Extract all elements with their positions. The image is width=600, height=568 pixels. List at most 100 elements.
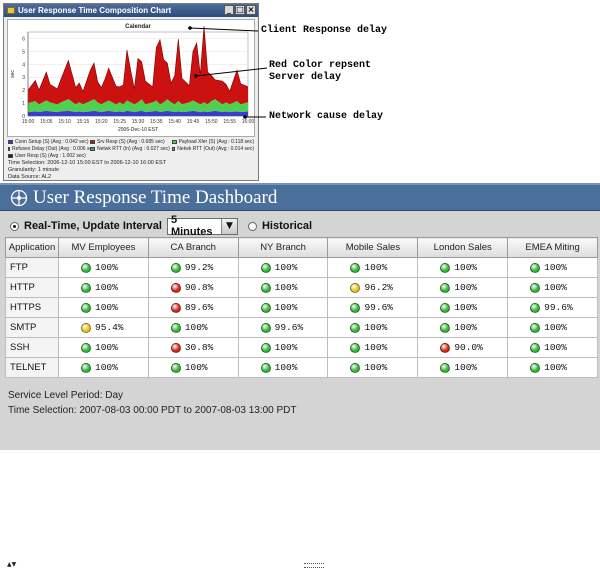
status-cell[interactable]: 100% [327, 357, 419, 378]
splitter-grip[interactable] [304, 563, 324, 568]
status-cell[interactable]: 96.2% [327, 277, 419, 298]
status-cell[interactable]: 100% [507, 337, 598, 358]
status-cell[interactable]: 90.0% [417, 337, 509, 358]
status-cell[interactable]: 100% [147, 317, 239, 338]
status-value: 100% [95, 362, 118, 373]
status-cell[interactable]: 100% [58, 297, 149, 318]
column-header[interactable]: Application [5, 237, 59, 258]
status-cell[interactable]: 100% [417, 357, 509, 378]
update-interval-select[interactable]: 5 Minutes ▼ [166, 214, 238, 238]
status-cell[interactable]: 30.8% [147, 337, 239, 358]
status-cell[interactable]: 100% [237, 277, 329, 298]
legend-swatch [172, 147, 176, 151]
status-cell[interactable]: 90.8% [147, 277, 239, 298]
application-cell: SMTP [5, 317, 59, 338]
status-cell[interactable]: 99.6% [237, 317, 329, 338]
status-cell[interactable]: 100% [58, 257, 149, 278]
status-green-icon [260, 262, 271, 273]
close-button[interactable]: × [246, 5, 256, 15]
x-tick-label: 15:55 [223, 119, 236, 125]
chart-window-titlebar[interactable]: User Response Time Composition Chart _ □… [4, 4, 258, 17]
status-green-icon [440, 262, 451, 273]
legend-item: User Resp (S) (Avg : 1.002 sec) [8, 153, 90, 159]
chart-footer: Time Selection: 2006-12-10 15:00 EST to … [8, 160, 166, 181]
status-green-icon [81, 302, 91, 313]
status-cell[interactable]: 100% [507, 317, 598, 338]
update-interval-value: 5 Minutes [170, 214, 213, 238]
table-row[interactable]: TELNET 100% 100% 100% 100% 100% 100% [5, 357, 598, 378]
status-green-icon [81, 342, 91, 353]
y-tick-label: 3 [22, 75, 25, 81]
table-row[interactable]: HTTP 100% 90.8% 100% 96.2% 100% 100% [5, 277, 598, 298]
status-cell[interactable]: 100% [417, 297, 509, 318]
table-row[interactable]: FTP 100% 99.2% 100% 100% 100% 100% [5, 257, 598, 278]
service-level-period: Service Level Period: Day [8, 390, 124, 401]
status-green-icon [350, 302, 361, 313]
column-header[interactable]: CA Branch [147, 237, 239, 258]
status-value: 90.8% [184, 282, 214, 293]
legend-item: Conn Setup (S) (Avg : 0.042 sec) [8, 139, 90, 145]
column-header[interactable]: NY Branch [237, 237, 329, 258]
column-header[interactable]: EMEA Miting [507, 237, 598, 258]
status-cell[interactable]: 100% [417, 277, 509, 298]
dashboard-header: User Response Time Dashboard [0, 183, 600, 211]
splitter-arrows[interactable]: ▲▼ [7, 562, 16, 568]
status-cell[interactable]: 100% [327, 317, 419, 338]
column-header[interactable]: Mobile Sales [327, 237, 419, 258]
status-cell[interactable]: 100% [237, 257, 329, 278]
status-value: 99.6% [274, 322, 304, 333]
realtime-radio[interactable] [10, 221, 19, 231]
status-cell[interactable]: 89.6% [147, 297, 239, 318]
status-cell[interactable]: 100% [327, 257, 419, 278]
status-cell[interactable]: 100% [58, 337, 149, 358]
maximize-button[interactable]: □ [235, 5, 245, 15]
chart-time-selection: Time Selection: 2006-12-10 15:00 EST to … [8, 160, 167, 166]
minimize-button[interactable]: _ [224, 5, 234, 15]
dashboard-time-selection: Time Selection: 2007-08-03 00:00 PDT to … [8, 405, 297, 416]
status-green-icon [530, 322, 541, 333]
table-row[interactable]: HTTPS 100% 89.6% 100% 99.6% 100% 99.6% [5, 297, 598, 318]
status-cell[interactable]: 100% [237, 357, 329, 378]
status-cell[interactable]: 100% [417, 257, 509, 278]
table-row[interactable]: SMTP 95.4% 100% 99.6% 100% 100% 100% [5, 317, 598, 338]
historical-radio[interactable] [247, 221, 257, 231]
legend-swatch [8, 154, 13, 158]
column-header[interactable]: MV Employees [58, 237, 149, 258]
legend-label: Payload Xfer (S) (Avg : 0.118 sec) [178, 139, 254, 145]
status-cell[interactable]: 99.6% [327, 297, 419, 318]
status-cell[interactable]: 100% [58, 277, 149, 298]
status-green-icon [260, 302, 271, 313]
table-row[interactable]: SSH 100% 30.8% 100% 100% 90.0% 100% [5, 337, 598, 358]
legend-swatch [90, 147, 95, 151]
status-green-icon [440, 302, 451, 313]
y-tick-label: 1 [22, 101, 25, 107]
status-green-icon [260, 282, 271, 293]
status-value: 100% [95, 342, 118, 353]
status-green-icon [81, 282, 91, 293]
status-cell[interactable]: 100% [507, 257, 598, 278]
application-cell: FTP [5, 257, 59, 278]
legend-label: Netwk RTT (Out) (Avg : 0.014 sec) [177, 146, 254, 152]
status-cell[interactable]: 100% [58, 357, 149, 378]
status-cell[interactable]: 100% [237, 337, 329, 358]
status-cell[interactable]: 100% [147, 357, 239, 378]
status-cell[interactable]: 99.2% [147, 257, 239, 278]
legend-label: Conn Setup (S) (Avg : 0.042 sec) [15, 139, 89, 145]
status-cell[interactable]: 100% [237, 297, 329, 318]
application-cell: HTTPS [5, 297, 59, 318]
status-cell[interactable]: 100% [417, 317, 509, 338]
status-green-icon [260, 362, 271, 373]
status-value: 100% [364, 262, 388, 273]
status-cell[interactable]: 100% [507, 357, 598, 378]
status-cell[interactable]: 100% [507, 277, 598, 298]
chevron-down-icon[interactable]: ▼ [220, 218, 237, 234]
status-green-icon [260, 342, 271, 353]
annotation-network-delay: Network cause delay [269, 111, 384, 122]
status-cell[interactable]: 95.4% [58, 317, 149, 338]
column-header[interactable]: London Sales [417, 237, 509, 258]
status-value: 100% [95, 302, 118, 313]
status-value: 96.2% [364, 282, 393, 293]
status-green-icon [530, 262, 541, 273]
status-cell[interactable]: 100% [327, 337, 419, 358]
status-cell[interactable]: 99.6% [507, 297, 598, 318]
